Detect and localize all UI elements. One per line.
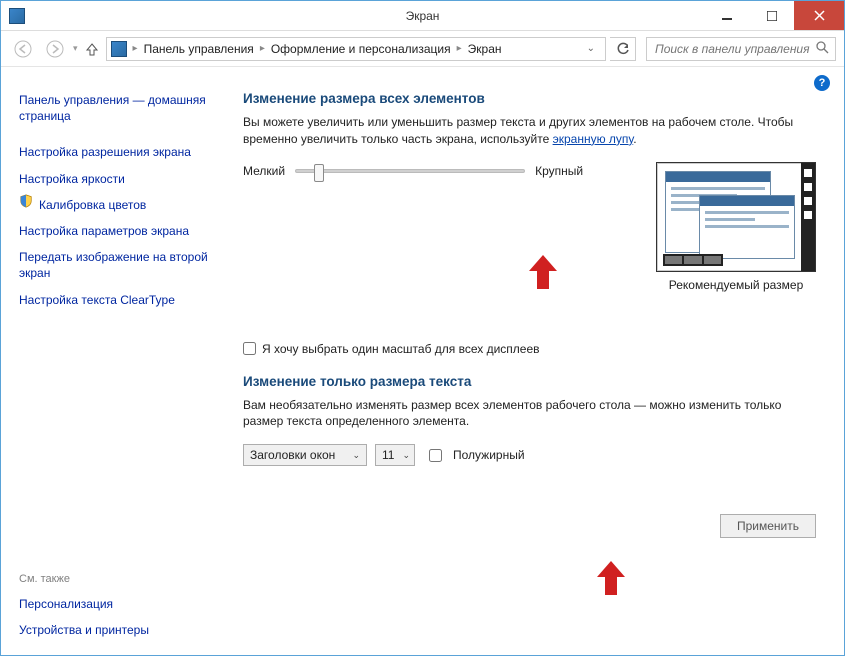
location-icon xyxy=(111,41,127,57)
chevron-down-icon: ⌄ xyxy=(402,450,410,461)
sidebar-item-resolution[interactable]: Настройка разрешения экрана xyxy=(19,139,211,165)
sidebar-item-calibrate[interactable]: Калибровка цветов xyxy=(39,192,146,218)
main-pane: Изменение размера всех элементов Вы може… xyxy=(219,67,844,655)
scaling-slider-block: Мелкий Крупный xyxy=(243,164,583,178)
bold-checkbox[interactable] xyxy=(429,449,442,462)
address-bar[interactable]: ▸ Панель управления ▸ Оформление и персо… xyxy=(106,37,606,61)
see-also-personalization[interactable]: Персонализация xyxy=(19,591,211,617)
slider-thumb[interactable] xyxy=(314,164,324,182)
sidebar-item-project[interactable]: Передать изображение на второй экран xyxy=(19,244,211,286)
annotation-arrow-icon xyxy=(597,561,625,595)
text-size-controls: Заголовки окон ⌄ 11 ⌄ Полужирный xyxy=(243,444,816,466)
see-also-devices[interactable]: Устройства и принтеры xyxy=(19,617,211,643)
single-scale-label: Я хочу выбрать один масштаб для всех дис… xyxy=(262,342,540,356)
breadcrumb-item[interactable]: Панель управления xyxy=(144,42,254,56)
single-scale-checkbox[interactable] xyxy=(243,342,256,355)
preview-thumbnail xyxy=(656,162,816,272)
window-title: Экран xyxy=(406,9,440,23)
close-icon xyxy=(814,10,825,21)
chevron-right-icon: ▸ xyxy=(133,43,138,54)
chevron-down-icon: ⌄ xyxy=(352,450,360,461)
scaling-slider[interactable] xyxy=(295,169,525,173)
chevron-down-icon[interactable]: ⌄ xyxy=(581,43,601,54)
bold-label: Полужирный xyxy=(453,448,525,462)
close-button[interactable] xyxy=(794,1,844,30)
forward-button[interactable] xyxy=(41,35,69,63)
section1-desc: Вы можете увеличить или уменьшить размер… xyxy=(243,114,816,148)
sidebar-item-cleartype[interactable]: Настройка текста ClearType xyxy=(19,287,211,313)
section1-title: Изменение размера всех элементов xyxy=(243,91,816,106)
arrow-up-icon xyxy=(85,42,99,56)
arrow-left-icon xyxy=(14,40,32,58)
section1-desc-text: Вы можете увеличить или уменьшить размер… xyxy=(243,115,793,146)
size-select-value: 11 xyxy=(382,448,394,462)
refresh-button[interactable] xyxy=(610,37,636,61)
sidebar-item-params[interactable]: Настройка параметров экрана xyxy=(19,218,211,244)
window-controls xyxy=(704,1,844,30)
up-button[interactable] xyxy=(82,42,102,56)
maximize-button[interactable] xyxy=(749,1,794,30)
recent-dropdown-icon[interactable]: ▾ xyxy=(73,43,78,54)
element-select-value: Заголовки окон xyxy=(250,448,335,462)
preview-caption: Рекомендуемый размер xyxy=(656,278,816,292)
search-box[interactable] xyxy=(646,37,836,61)
chevron-right-icon: ▸ xyxy=(457,43,462,54)
apply-row: Применить xyxy=(243,514,816,538)
breadcrumb-item[interactable]: Экран xyxy=(468,42,502,56)
element-select[interactable]: Заголовки окон ⌄ xyxy=(243,444,367,466)
maximize-icon xyxy=(767,11,777,21)
sidebar: Панель управления — домашняя страница На… xyxy=(1,67,219,655)
sidebar-item-brightness[interactable]: Настройка яркости xyxy=(19,166,211,192)
slider-min-label: Мелкий xyxy=(243,164,285,178)
single-scale-row: Я хочу выбрать один масштаб для всех дис… xyxy=(243,342,816,356)
search-input[interactable] xyxy=(653,41,816,57)
titlebar: Экран xyxy=(1,1,844,31)
back-button[interactable] xyxy=(9,35,37,63)
magnifier-link[interactable]: экранную лупу xyxy=(553,132,634,146)
app-icon xyxy=(9,8,25,24)
section2-title: Изменение только размера текста xyxy=(243,374,816,389)
breadcrumb-item[interactable]: Оформление и персонализация xyxy=(271,42,451,56)
search-icon xyxy=(816,41,829,57)
minimize-icon xyxy=(722,11,732,21)
refresh-icon xyxy=(616,42,630,56)
section2-desc: Вам необязательно изменять размер всех э… xyxy=(243,397,816,431)
chevron-right-icon: ▸ xyxy=(260,43,265,54)
preview-wrap: Рекомендуемый размер xyxy=(656,162,816,292)
shield-icon xyxy=(19,194,33,208)
annotation-arrow-icon xyxy=(529,255,557,289)
slider-max-label: Крупный xyxy=(535,164,583,178)
see-also-header: См. также xyxy=(19,573,211,585)
minimize-button[interactable] xyxy=(704,1,749,30)
sidebar-item-home[interactable]: Панель управления — домашняя страница xyxy=(19,87,211,129)
see-also: См. также Персонализация Устройства и пр… xyxy=(19,553,211,643)
navbar: ▾ ▸ Панель управления ▸ Оформление и пер… xyxy=(1,31,844,67)
content: ? Панель управления — домашняя страница … xyxy=(1,67,844,655)
arrow-right-icon xyxy=(46,40,64,58)
apply-button[interactable]: Применить xyxy=(720,514,816,538)
section1-desc-post: . xyxy=(633,132,636,146)
size-select[interactable]: 11 ⌄ xyxy=(375,444,415,466)
